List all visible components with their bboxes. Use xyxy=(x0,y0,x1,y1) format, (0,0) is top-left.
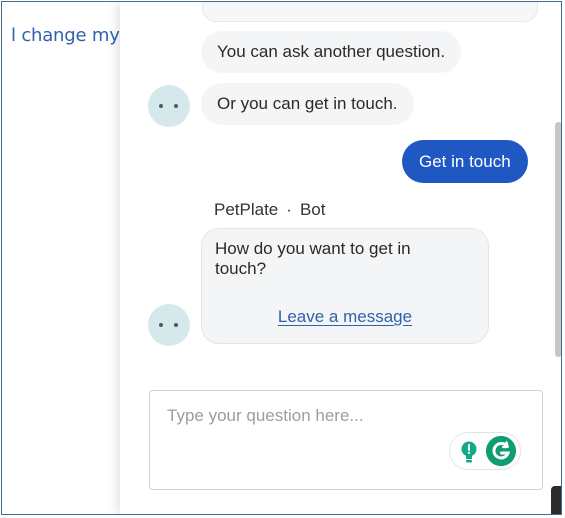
previous-message-bubble xyxy=(202,2,538,22)
chat-panel: You can ask another question. Or you can… xyxy=(120,2,561,514)
screenshot-frame: l change my s You can ask another questi… xyxy=(1,1,562,515)
sender-label: PetPlate · Bot xyxy=(214,200,325,220)
leave-message-link[interactable]: Leave a message xyxy=(202,307,488,327)
lightbulb-icon[interactable] xyxy=(458,440,480,464)
avatar-eye xyxy=(159,104,163,108)
avatar-eye xyxy=(174,104,178,108)
bot-message-ask-another: You can ask another question. xyxy=(201,31,462,73)
bot-avatar-icon xyxy=(148,85,190,127)
background-page-link[interactable]: l change my s xyxy=(11,25,135,46)
corner-widget-icon[interactable] xyxy=(551,486,561,514)
avatar-eye xyxy=(159,323,163,327)
sender-name: PetPlate xyxy=(214,200,279,219)
bot-avatar-icon xyxy=(148,304,190,346)
user-reply-get-in-touch[interactable]: Get in touch xyxy=(402,140,528,183)
card-question: How do you want to get in touch? xyxy=(215,239,411,278)
contact-options-card: How do you want to get in touch? Leave a… xyxy=(201,228,489,344)
writing-assistant-pill[interactable] xyxy=(449,432,521,470)
avatar-eye xyxy=(174,323,178,327)
sender-separator: · xyxy=(286,200,292,219)
grammarly-g-icon[interactable] xyxy=(486,436,516,466)
chat-scrollbar[interactable] xyxy=(555,122,561,357)
question-input-box xyxy=(149,390,543,490)
bot-message-get-in-touch: Or you can get in touch. xyxy=(201,83,414,125)
sender-role: Bot xyxy=(299,200,326,219)
